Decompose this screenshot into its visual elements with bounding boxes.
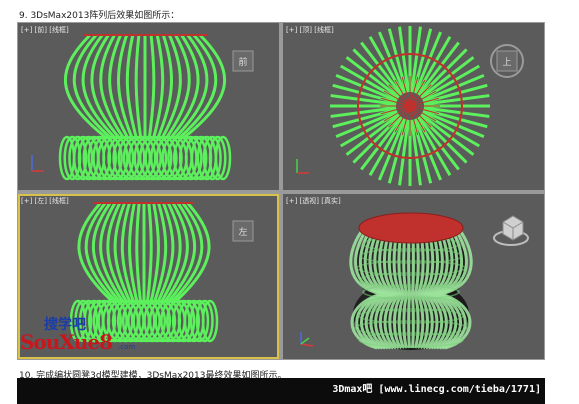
view-cube-face-label: 前 — [238, 56, 247, 68]
wire-slat — [134, 34, 143, 138]
axis-gizmo-icon — [300, 332, 314, 347]
front-viewport-label[interactable]: [+] [前] [线框] — [21, 25, 69, 35]
front-viewport-canvas: 前 — [31, 33, 254, 181]
wire-slat — [146, 202, 153, 302]
top-viewport-canvas: 上 — [296, 26, 524, 186]
view-cube-face-label: 左 — [238, 226, 247, 238]
perspective-viewport-canvas — [300, 212, 529, 350]
step-9-caption: 9. 3DsMax2013阵列后效果如图所示： — [19, 11, 180, 21]
viewport-grid: [+] [前] [线框] 前 [+] [顶] [线框] 上 [+] [左] [线… — [17, 22, 545, 360]
perspective-viewport-label[interactable]: [+] [透视] [真实] — [286, 196, 341, 206]
next-image-strip: 3Dmax吧 [www.linecg.com/tieba/1771] — [17, 378, 545, 404]
view-cube-icon[interactable] — [493, 215, 529, 246]
axis-gizmo-icon — [31, 155, 44, 172]
logo-english-text: SouXue8 — [20, 330, 113, 354]
seat-cushion — [358, 212, 464, 244]
wire-slat — [147, 34, 156, 138]
stool-wireframe-top — [330, 26, 490, 186]
souxue8-logo: 搜学吧 SouXue8 .com — [20, 314, 138, 356]
perspective-viewport[interactable]: [+] [透视] [真实] — [283, 194, 544, 359]
logo-domain-text: .com — [118, 343, 136, 351]
axis-gizmo-icon — [296, 159, 309, 174]
seat-center — [404, 100, 416, 112]
view-cube-icon[interactable]: 上 — [490, 44, 524, 78]
view-cube-icon[interactable]: 前 — [232, 50, 254, 72]
stool-wireframe-front — [58, 33, 232, 181]
wire-slat — [135, 202, 142, 302]
view-cube-face-label: 上 — [502, 57, 511, 68]
view-cube-icon[interactable]: 左 — [232, 220, 254, 242]
site-watermark: 3Dmax吧 [www.linecg.com/tieba/1771] — [332, 384, 541, 395]
top-viewport-label[interactable]: [+] [顶] [线框] — [286, 25, 334, 35]
stool-render — [349, 212, 473, 350]
top-viewport[interactable]: [+] [顶] [线框] 上 — [283, 23, 544, 190]
front-viewport[interactable]: [+] [前] [线框] 前 — [18, 23, 279, 190]
left-viewport-label[interactable]: [+] [左] [线框] — [21, 196, 69, 206]
